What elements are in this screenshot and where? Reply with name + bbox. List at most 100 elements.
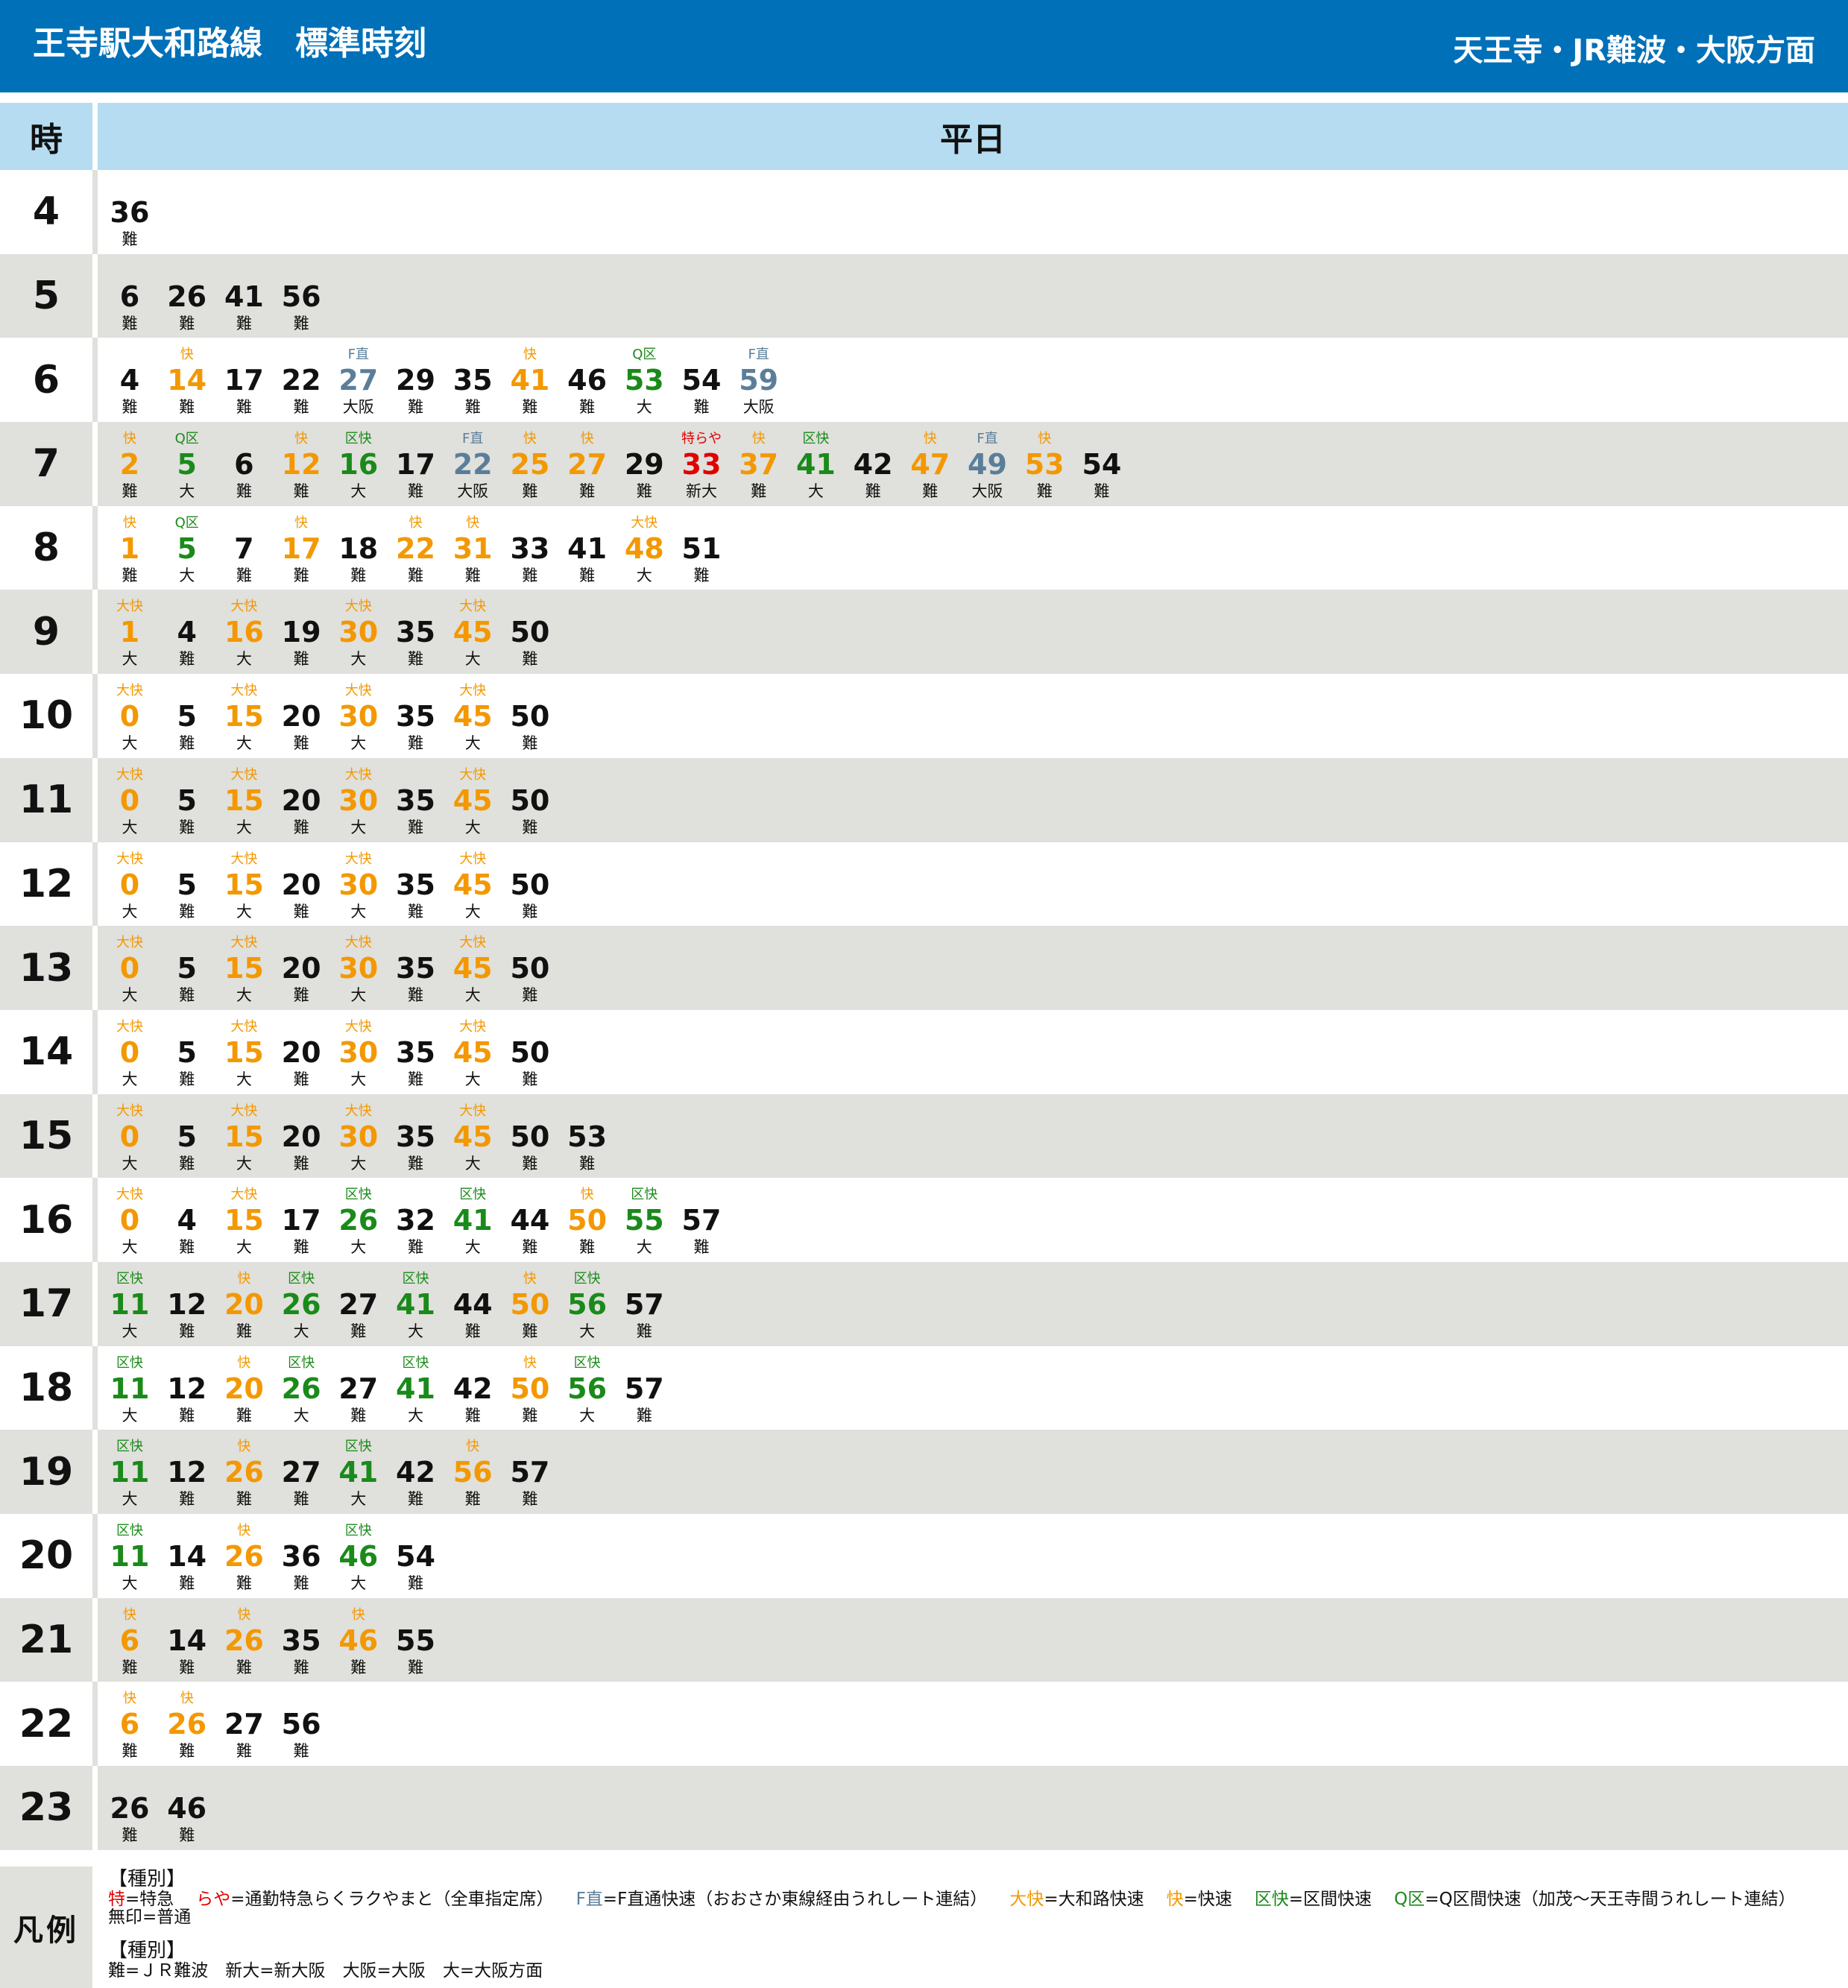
departure: 5難	[157, 758, 217, 842]
departure-minute: 53	[1024, 448, 1065, 482]
departure: 36 難	[271, 1514, 331, 1597]
departure-minute: 0	[119, 868, 140, 901]
train-type-mark: 大快	[459, 766, 487, 783]
departure: 大快 45 大	[443, 590, 502, 673]
destination-abbrev: 大	[122, 1154, 138, 1173]
departure: 5難	[157, 1094, 217, 1178]
train-type-mark: 大快	[116, 851, 143, 867]
departure-minute: 26	[338, 1204, 379, 1237]
departure: 大快 0 大	[100, 1094, 160, 1178]
destination-abbrev: 大	[122, 818, 138, 836]
departure: 56 難	[271, 254, 331, 338]
page-title: 王寺駅大和路線 標準時刻	[33, 25, 426, 63]
departure: F直 49 大阪	[958, 422, 1018, 505]
train-type-mark: 区快	[116, 1439, 143, 1455]
train-type-mark: 快	[237, 1270, 251, 1287]
departure-minute: 6	[119, 280, 140, 313]
train-type-mark: 大快	[116, 683, 143, 699]
departure-minute: 26	[110, 1792, 150, 1826]
departure-minute: 50	[510, 1287, 550, 1321]
legend-type-desc: =快速	[1183, 1890, 1232, 1909]
destination-abbrev: 大阪	[742, 398, 775, 417]
hour-row: 4 36 難	[0, 170, 1848, 254]
destination-abbrev: 難	[693, 398, 710, 417]
train-type-mark: 快	[523, 347, 537, 363]
column-divider	[92, 1094, 98, 1178]
destination-abbrev: 大	[122, 1574, 138, 1592]
departure: 区快 11 大	[100, 1346, 160, 1430]
departure: 快 12 難	[271, 422, 331, 505]
departure: 5難	[157, 674, 217, 757]
departure-minute: 35	[396, 868, 435, 901]
hour-label: 8	[32, 526, 60, 571]
hour-row: 19 区快 11 大 12 難快 26 難 27 難区快 41 大 42 難快 56 難 57 難	[0, 1430, 1848, 1514]
departure: 27 難	[329, 1262, 388, 1345]
train-type-mark: 大快	[459, 1018, 487, 1035]
hour-label: 5	[32, 274, 60, 319]
departure-minute: 35	[396, 1120, 435, 1153]
destination-abbrev: 大	[464, 1154, 481, 1173]
legend-type-heading: 【種別】	[108, 1868, 186, 1890]
destination-abbrev: 難	[408, 1070, 423, 1088]
train-type-mark: F直	[977, 431, 998, 447]
departure: 大快 15 大	[214, 1010, 274, 1094]
train-type-mark: 快	[237, 1439, 251, 1455]
departure-minute: 0	[119, 700, 140, 733]
destination-abbrev: 難	[293, 314, 309, 332]
train-type-mark: Q区	[632, 347, 657, 363]
destination-abbrev: 難	[1094, 482, 1110, 501]
departure-minute: 26	[224, 1623, 264, 1657]
train-type-mark: 快	[294, 514, 309, 531]
destination-abbrev: 難	[922, 482, 939, 501]
departure: 快2難	[100, 422, 160, 505]
departure-minute: 2	[119, 448, 140, 482]
train-type-mark: 快	[1038, 431, 1052, 447]
departure: 55 難	[386, 1598, 446, 1682]
destination-abbrev: 難	[408, 1154, 423, 1173]
legend-type-key: 特	[108, 1890, 125, 1909]
departure: 大快 48 大	[614, 506, 674, 590]
departure: 18 難	[329, 506, 388, 590]
departure-minute: 12	[167, 1287, 207, 1321]
train-type-mark: 快	[351, 1606, 365, 1623]
destination-abbrev: 大	[350, 1490, 367, 1509]
departure: 35 難	[443, 338, 502, 421]
hour-row: 17 区快 11 大 12 難快 20 難区快 26 大 27 難区快 41 大 44 難快 50 難区快 56 大 5…	[0, 1261, 1848, 1346]
departure: 大快 15 大	[214, 674, 274, 757]
hour-row: 6 4 難快 14 難 17 難 22 難 F直 27 大阪 29 難 35 難快 41 難 46 難 Q区 53 大 54 難…	[0, 338, 1848, 423]
hour-row: 7 快 2 難 Q区 5 大 6 難快 12 難区快 16 大 17 難 F直 22 大阪快 25 難快 27 難 29 難特…	[0, 422, 1848, 506]
departure-minute: 15	[224, 1120, 264, 1153]
destination-abbrev: 難	[293, 650, 309, 669]
destination-abbrev: 難	[236, 1742, 252, 1761]
destination-abbrev: 大	[122, 650, 138, 669]
departure-minute: 27	[338, 364, 379, 397]
departure-minute: 29	[396, 364, 435, 397]
departure-minute: 31	[452, 531, 493, 565]
destination-abbrev: 難	[350, 566, 367, 584]
departure-minute: 30	[338, 952, 379, 985]
departure: 35 難	[386, 842, 446, 926]
train-type-mark: 区快	[402, 1354, 429, 1371]
destination-abbrev: 大	[350, 734, 367, 753]
departure: 35 難	[386, 1094, 446, 1178]
destination-abbrev: 難	[408, 734, 423, 753]
departure: 快 31 難	[443, 506, 502, 590]
destination-abbrev: 難	[293, 1070, 309, 1088]
destination-abbrev: 難	[522, 986, 538, 1005]
departure-minute: 16	[338, 448, 379, 482]
departure-minute: 30	[338, 700, 379, 733]
departure-minute: 4	[119, 364, 140, 397]
departure-minute: 46	[338, 1540, 379, 1573]
column-divider	[92, 1766, 98, 1850]
departure: 50 難	[500, 842, 560, 926]
departure-minute: 35	[396, 700, 435, 733]
departure-minute: 41	[338, 1456, 379, 1489]
departure: 20 難	[271, 1010, 331, 1094]
departure-minute: 15	[224, 1035, 264, 1069]
destination-abbrev: 難	[179, 1154, 195, 1173]
column-divider	[92, 1430, 98, 1514]
destination-abbrev: 難	[522, 566, 538, 584]
departure-minute: 5	[177, 1035, 197, 1069]
departure-minute: 11	[110, 1372, 150, 1405]
column-divider	[92, 842, 98, 927]
